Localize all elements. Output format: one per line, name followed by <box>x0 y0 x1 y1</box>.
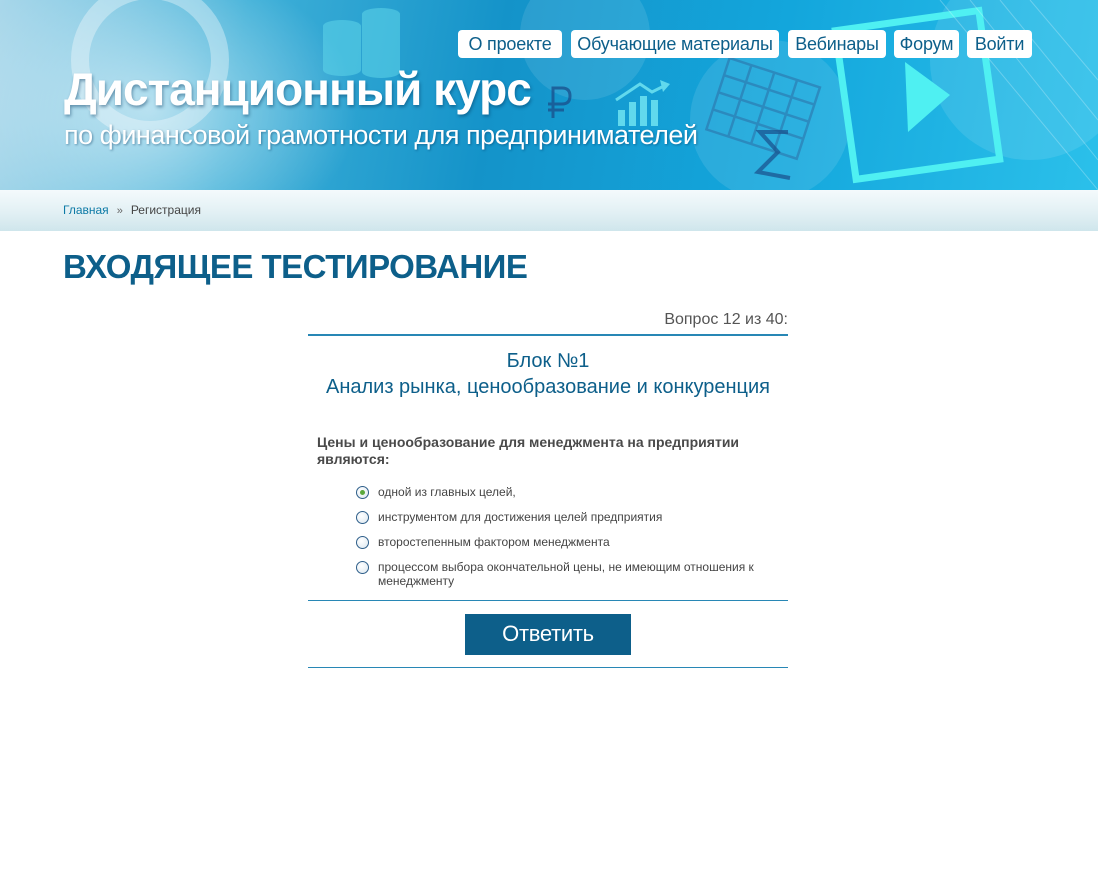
breadcrumb: Главная » Регистрация <box>0 190 1098 231</box>
breadcrumb-home-link[interactable]: Главная <box>63 203 109 217</box>
block-name: Анализ рынка, ценообразование и конкурен… <box>325 376 771 398</box>
submit-area: Ответить <box>308 601 788 668</box>
block-number: Блок №1 <box>506 350 590 372</box>
test-panel: Вопрос 12 из 40: Блок №1 Анализ рынка, ц… <box>308 308 788 668</box>
radio-button[interactable] <box>356 511 369 524</box>
site-title: Дистанционный курс <box>64 63 532 115</box>
answer-option[interactable]: процессом выбора окончательной цены, не … <box>356 560 768 588</box>
question-text: Цены и ценообразование для менеджмента н… <box>317 434 740 467</box>
page-title: ВХОДЯЩЕЕ ТЕСТИРОВАНИЕ <box>63 248 528 285</box>
radio-button[interactable] <box>356 536 369 549</box>
radio-button-checked[interactable] <box>356 486 369 499</box>
submit-answer-button[interactable]: Ответить <box>465 613 631 655</box>
spreadsheet-icon <box>704 56 822 161</box>
site-subtitle: по финансовой грамотности для предприним… <box>64 120 698 150</box>
header-banner: Дистанционный курс по финансовой грамотн… <box>0 0 1098 190</box>
answer-label: второстепенным фактором менеджмента <box>378 535 610 549</box>
answer-option[interactable]: одной из главных целей, <box>356 485 768 499</box>
block-heading: Блок №1 Анализ рынка, ценообразование и … <box>308 348 788 400</box>
breadcrumb-separator: » <box>116 205 123 217</box>
ruble-icon <box>548 86 572 118</box>
breadcrumb-current: Регистрация <box>130 203 201 217</box>
answer-list: одной из главных целей, инструментом для… <box>308 485 788 588</box>
answer-option[interactable]: инструментом для достижения целей предпр… <box>356 510 768 524</box>
question-counter: Вопрос 12 из 40: <box>308 308 788 336</box>
nav-login-button[interactable]: Войти <box>967 30 1032 58</box>
answer-option[interactable]: второстепенным фактором менеджмента <box>356 535 768 549</box>
nav-materials-button[interactable]: Обучающие материалы <box>571 30 779 58</box>
radio-button[interactable] <box>356 561 369 574</box>
answer-label: процессом выбора окончательной цены, не … <box>378 560 754 588</box>
answer-label: одной из главных целей, <box>378 485 516 499</box>
nav-webinars-button[interactable]: Вебинары <box>788 30 886 58</box>
nav-forum-button[interactable]: Форум <box>894 30 959 58</box>
nav-about-button[interactable]: О проекте <box>458 30 562 58</box>
answer-label: инструментом для достижения целей предпр… <box>378 510 663 524</box>
